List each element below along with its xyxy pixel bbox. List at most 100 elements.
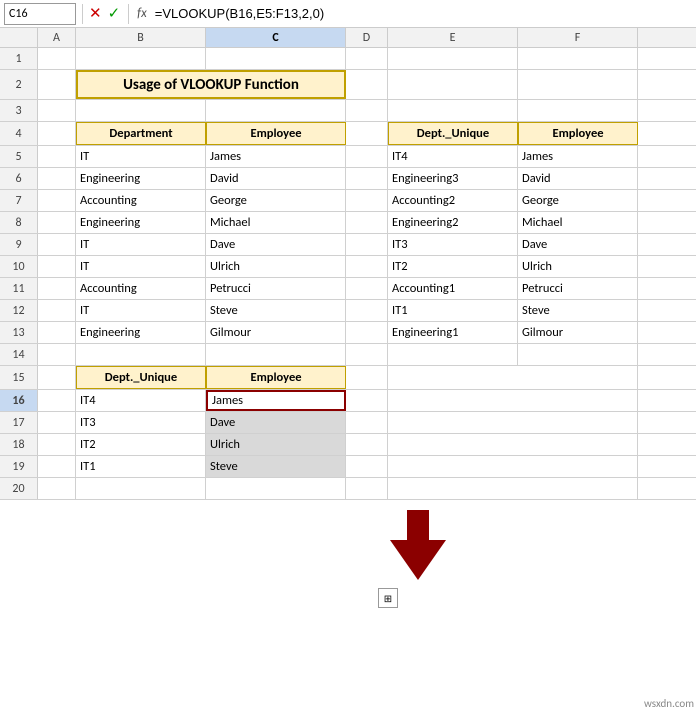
- cell-A1[interactable]: [38, 48, 76, 69]
- cell-B4-header[interactable]: Department: [76, 122, 206, 145]
- cell-D4[interactable]: [346, 122, 388, 145]
- cell-E4-header[interactable]: Dept._Unique: [388, 122, 518, 145]
- cell-B15-header[interactable]: Dept._Unique: [76, 366, 206, 389]
- cell-B6[interactable]: Engineering: [76, 168, 206, 189]
- confirm-icon[interactable]: ✓: [108, 4, 121, 23]
- cell-F8[interactable]: Michael: [518, 212, 638, 233]
- cell-B3[interactable]: [76, 100, 206, 121]
- cell-B13[interactable]: Engineering: [76, 322, 206, 343]
- cell-C16[interactable]: James: [206, 390, 346, 411]
- cell-C10[interactable]: Ulrich: [206, 256, 346, 277]
- name-box[interactable]: C16: [4, 3, 76, 25]
- paste-options-icon[interactable]: ⊞: [378, 588, 398, 608]
- cell-F13[interactable]: Gilmour: [518, 322, 638, 343]
- cell-E10[interactable]: IT2: [388, 256, 518, 277]
- separator2: [128, 4, 129, 24]
- row-11: 11 Accounting Petrucci Accounting1 Petru…: [0, 278, 696, 300]
- formula-input[interactable]: [155, 6, 692, 21]
- spreadsheet-grid: 1 2 Usage of VLOOKUP Function 3 4 Depart…: [0, 48, 696, 500]
- row-2: 2 Usage of VLOOKUP Function: [0, 70, 696, 100]
- cell-C12[interactable]: Steve: [206, 300, 346, 321]
- col-header-C[interactable]: C: [206, 28, 346, 47]
- cell-F2[interactable]: [518, 70, 638, 99]
- cell-D1[interactable]: [346, 48, 388, 69]
- cell-E2[interactable]: [388, 70, 518, 99]
- cell-C6[interactable]: David: [206, 168, 346, 189]
- cell-C9[interactable]: Dave: [206, 234, 346, 255]
- cell-F9[interactable]: Dave: [518, 234, 638, 255]
- col-header-E[interactable]: E: [388, 28, 518, 47]
- cell-B9[interactable]: IT: [76, 234, 206, 255]
- fx-label: fx: [137, 6, 147, 21]
- cell-F4-header[interactable]: Employee: [518, 122, 638, 145]
- cell-E1[interactable]: [388, 48, 518, 69]
- cell-F1[interactable]: [518, 48, 638, 69]
- cell-E11[interactable]: Accounting1: [388, 278, 518, 299]
- cell-E9[interactable]: IT3: [388, 234, 518, 255]
- title-cell: Usage of VLOOKUP Function: [76, 70, 346, 99]
- cell-B19[interactable]: IT1: [76, 456, 206, 477]
- cell-F7[interactable]: George: [518, 190, 638, 211]
- cell-B10[interactable]: IT: [76, 256, 206, 277]
- cell-F5[interactable]: James: [518, 146, 638, 167]
- cell-C8[interactable]: Michael: [206, 212, 346, 233]
- row-18: 18 IT2 Ulrich: [0, 434, 696, 456]
- cell-E13[interactable]: Engineering1: [388, 322, 518, 343]
- cell-F12[interactable]: Steve: [518, 300, 638, 321]
- cell-E7[interactable]: Accounting2: [388, 190, 518, 211]
- cell-C18[interactable]: Ulrich: [206, 434, 346, 455]
- watermark: wsxdn.com: [644, 697, 694, 710]
- cell-C5[interactable]: James: [206, 146, 346, 167]
- cell-C4-header[interactable]: Employee: [206, 122, 346, 145]
- cell-C11[interactable]: Petrucci: [206, 278, 346, 299]
- cell-B16[interactable]: IT4: [76, 390, 206, 411]
- row-16: 16 IT4 James: [0, 390, 696, 412]
- cell-C1[interactable]: [206, 48, 346, 69]
- cell-B12[interactable]: IT: [76, 300, 206, 321]
- cell-C15-header[interactable]: Employee: [206, 366, 346, 389]
- cell-E8[interactable]: Engineering2: [388, 212, 518, 233]
- cell-E6[interactable]: Engineering3: [388, 168, 518, 189]
- cell-E3[interactable]: [388, 100, 518, 121]
- cell-C19[interactable]: Steve: [206, 456, 346, 477]
- cancel-icon[interactable]: ✕: [89, 4, 102, 23]
- row-14: 14: [0, 344, 696, 366]
- formula-icons: ✕ ✓: [89, 4, 120, 23]
- cell-E5[interactable]: IT4: [388, 146, 518, 167]
- cell-F11[interactable]: Petrucci: [518, 278, 638, 299]
- formula-bar: C16 ✕ ✓ fx: [0, 0, 696, 28]
- col-header-D[interactable]: D: [346, 28, 388, 47]
- row-8: 8 Engineering Michael Engineering2 Micha…: [0, 212, 696, 234]
- cell-B8[interactable]: Engineering: [76, 212, 206, 233]
- row-15: 15 Dept._Unique Employee: [0, 366, 696, 390]
- row-5: 5 IT James IT4 James: [0, 146, 696, 168]
- cell-C7[interactable]: George: [206, 190, 346, 211]
- cell-D3[interactable]: [346, 100, 388, 121]
- row-9: 9 IT Dave IT3 Dave: [0, 234, 696, 256]
- cell-A2[interactable]: [38, 70, 76, 99]
- cell-B11[interactable]: Accounting: [76, 278, 206, 299]
- cell-B7[interactable]: Accounting: [76, 190, 206, 211]
- cell-A4[interactable]: [38, 122, 76, 145]
- cell-F10[interactable]: Ulrich: [518, 256, 638, 277]
- cell-F6[interactable]: David: [518, 168, 638, 189]
- cell-A3[interactable]: [38, 100, 76, 121]
- column-headers: A B C D E F: [0, 28, 696, 48]
- cell-B5[interactable]: IT: [76, 146, 206, 167]
- cell-B18[interactable]: IT2: [76, 434, 206, 455]
- cell-D2[interactable]: [346, 70, 388, 99]
- cell-E12[interactable]: IT1: [388, 300, 518, 321]
- cell-B1[interactable]: [76, 48, 206, 69]
- cell-C13[interactable]: Gilmour: [206, 322, 346, 343]
- cell-C3[interactable]: [206, 100, 346, 121]
- row-12: 12 IT Steve IT1 Steve: [0, 300, 696, 322]
- col-header-F[interactable]: F: [518, 28, 638, 47]
- cell-F3[interactable]: [518, 100, 638, 121]
- cell-B17[interactable]: IT3: [76, 412, 206, 433]
- down-arrow: [390, 510, 446, 580]
- cell-C17[interactable]: Dave: [206, 412, 346, 433]
- row-20: 20: [0, 478, 696, 500]
- col-header-A[interactable]: A: [38, 28, 76, 47]
- separator: [82, 4, 83, 24]
- col-header-B[interactable]: B: [76, 28, 206, 47]
